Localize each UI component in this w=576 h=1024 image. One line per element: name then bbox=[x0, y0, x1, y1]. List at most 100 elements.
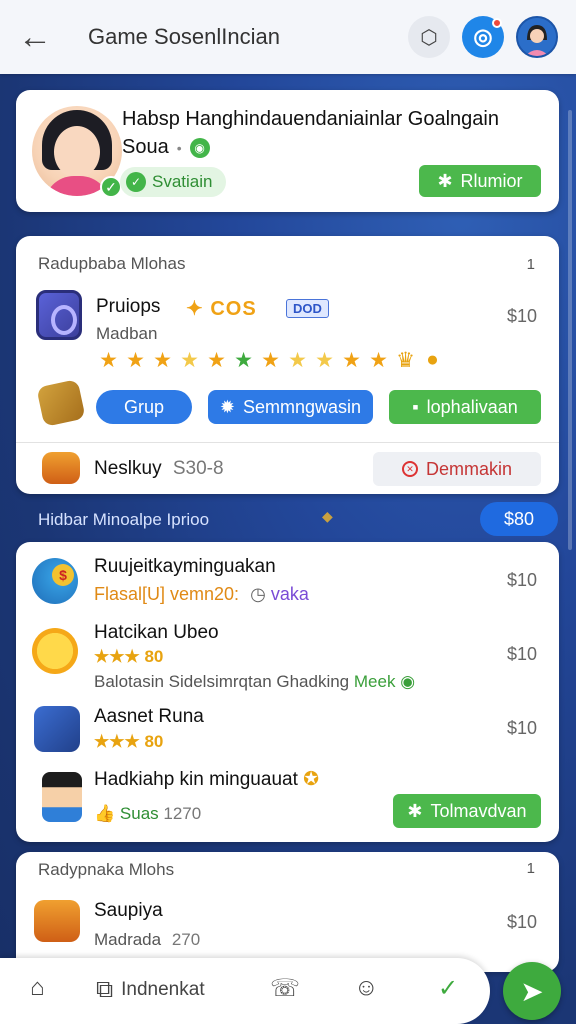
hammer-game-icon[interactable] bbox=[36, 379, 86, 427]
star-icon: ★ bbox=[234, 349, 253, 372]
demmakin-label: Demmakin bbox=[425, 458, 513, 479]
item-subtitle: Madrada 270 bbox=[94, 930, 200, 950]
item-extra: vaka bbox=[270, 584, 309, 604]
back-arrow-icon[interactable]: ← bbox=[18, 20, 58, 54]
item-meta: Flasal[U] vemn20: bbox=[94, 584, 240, 604]
lophalivaan-button[interactable]: ▪ lophalivaan bbox=[389, 390, 541, 424]
item-meta-gold: Suas bbox=[119, 804, 159, 823]
item-rating: ★★★ 80 bbox=[94, 732, 164, 751]
crown-icon: ♛ bbox=[396, 349, 415, 372]
character-game-icon[interactable] bbox=[42, 772, 82, 822]
treasure-chest-icon bbox=[42, 452, 80, 484]
dot-icon: • bbox=[176, 139, 182, 156]
thumb-icon: 👍 bbox=[94, 804, 116, 823]
star-icon: ★ bbox=[342, 349, 361, 372]
item-title: Saupiya bbox=[94, 900, 163, 921]
item-subtitle: Madban bbox=[96, 324, 158, 343]
midbar-text: Hidbar Minoalpe Iprioo bbox=[38, 510, 210, 529]
status-check-icon: ✓ bbox=[126, 172, 146, 192]
toolbox-game-icon[interactable] bbox=[34, 706, 80, 752]
star-icon: ★ bbox=[261, 349, 280, 372]
lophalivaan-label: lophalivaan bbox=[426, 396, 518, 417]
scrollbar[interactable] bbox=[568, 110, 572, 550]
item-title: Hatcikan Ubeo bbox=[94, 622, 219, 643]
asterisk-icon: ✱ bbox=[407, 800, 423, 821]
item-rating: ★★★ 80 bbox=[94, 647, 164, 666]
star-icon: ★ bbox=[369, 349, 388, 372]
nav-label: Indnenkat bbox=[121, 979, 205, 1000]
profile-card: ✓ Habsp Hanghindauendaniainlar Goalngain… bbox=[16, 90, 559, 212]
whatsapp-icon[interactable]: ☏ bbox=[270, 974, 300, 1003]
demmakin-button[interactable]: ✕ Demmakin bbox=[373, 452, 541, 486]
item-price: $10 bbox=[506, 570, 537, 590]
star-icon: ★ bbox=[126, 349, 145, 372]
item-sub-meta: 270 bbox=[171, 930, 201, 949]
profile-action-button[interactable]: ✱ Rlumior bbox=[419, 165, 541, 197]
item-price: $10 bbox=[506, 644, 537, 664]
divider bbox=[16, 442, 559, 443]
item-title: Neslkuy S30-8 bbox=[94, 458, 224, 480]
section-game-list-1: Radupbaba Mlohas 1 Pruiops ✦ COS DOD $10… bbox=[16, 236, 559, 494]
section-heading: Radupbaba Mlohas bbox=[38, 254, 186, 273]
status-label: Svatiain bbox=[152, 172, 213, 191]
grup-button[interactable]: Grup bbox=[96, 390, 192, 424]
item-title: Hadkiahp kin minguauat ✪ bbox=[94, 768, 319, 791]
coin-icon: ● bbox=[426, 348, 439, 371]
item-title: Aasnet Runa bbox=[94, 706, 204, 727]
coin-game-icon[interactable] bbox=[32, 558, 78, 604]
chat-icon[interactable]: ☺ bbox=[354, 974, 379, 1002]
profile-subtitle-row: Soua • ◉ bbox=[122, 136, 210, 159]
nav-item-indnenkat[interactable]: ⧉ Indnenkat bbox=[96, 976, 205, 1004]
star-icon: ★ bbox=[207, 349, 226, 372]
small-square-icon: ▪ bbox=[412, 396, 419, 417]
asterisk-icon: ✱ bbox=[437, 170, 453, 191]
treasure-chest-icon[interactable] bbox=[34, 900, 80, 942]
sun-game-icon[interactable] bbox=[32, 628, 78, 674]
star-icon: ★ bbox=[153, 349, 172, 372]
game-icon[interactable] bbox=[36, 290, 82, 340]
notification-dot bbox=[492, 18, 502, 28]
avatar[interactable] bbox=[516, 16, 558, 58]
item-tag: DOD bbox=[286, 299, 329, 318]
sparkle-icon: ✹ bbox=[219, 396, 236, 417]
home-icon[interactable]: ⌂ bbox=[30, 974, 45, 1002]
clock-icon: ◷ bbox=[250, 584, 266, 604]
profile-name: Habsp Hanghindauendaniainlar Goalngain bbox=[122, 108, 499, 130]
green-dot-icon: ◉ bbox=[400, 672, 416, 691]
star-icon: ★ bbox=[99, 349, 118, 372]
item-description: Balotasin Sidelsimrqtan Ghadking Meek ◉ bbox=[94, 672, 415, 692]
section-count: 1 bbox=[526, 860, 535, 877]
avatar-image bbox=[518, 18, 556, 56]
top-bar: ← Game SosenlIncian ⬡ ◎ bbox=[0, 0, 576, 74]
item-sub-text: Madrada bbox=[94, 930, 162, 949]
semmngwasin-button[interactable]: ✹ Semmngwasin bbox=[208, 390, 373, 424]
status-badge[interactable]: ✓ Svatiain bbox=[120, 167, 227, 197]
star-icon: ★ bbox=[180, 349, 199, 372]
item2-meta: S30-8 bbox=[172, 458, 224, 479]
green-badge-icon: ◉ bbox=[189, 137, 210, 158]
camera-icon: ⧉ bbox=[96, 976, 114, 1003]
check-circle-icon[interactable]: ✓ bbox=[438, 974, 458, 1003]
item-price: $10 bbox=[506, 912, 537, 932]
page-title: Game SosenlIncian bbox=[88, 24, 280, 49]
item-title: Pruiops bbox=[96, 296, 161, 317]
profile-subtitle: Soua bbox=[122, 136, 169, 158]
semmngwasin-label: Semmngwasin bbox=[243, 396, 362, 417]
item-price: $10 bbox=[506, 306, 537, 326]
section-game-list-2: Ruujeitkayminguakan Flasal[U] vemn20: ◷ … bbox=[16, 542, 559, 842]
item4-title: Hadkiahp kin minguauat bbox=[94, 769, 298, 790]
coins-value: COS bbox=[210, 298, 257, 320]
settings-icon[interactable]: ⬡ bbox=[408, 16, 450, 58]
rating-stars-row: ★ ★ ★ ★ ★ ★ ★ ★ ★ ★ ★ ♛ ● bbox=[98, 348, 443, 373]
coins-icon: ✦ COS bbox=[186, 298, 257, 320]
tolmavdvan-label: Tolmavdvan bbox=[430, 800, 527, 821]
marker-icon: ◆ bbox=[322, 508, 333, 524]
section-game-list-3: Radypnaka Mlohs 1 Saupiya Madrada 270 $1… bbox=[16, 852, 559, 972]
item-description-text: Balotasin Sidelsimrqtan Ghadking bbox=[94, 672, 350, 691]
send-icon[interactable]: ➤ bbox=[503, 962, 561, 1020]
midbar-price-button[interactable]: $80 bbox=[480, 502, 558, 536]
verified-check-icon: ✓ bbox=[100, 176, 122, 198]
item-description-highlight: Meek bbox=[353, 672, 396, 691]
app-icon[interactable]: ◎ bbox=[462, 16, 504, 58]
tolmavdvan-button[interactable]: ✱ Tolmavdvan bbox=[393, 794, 541, 828]
